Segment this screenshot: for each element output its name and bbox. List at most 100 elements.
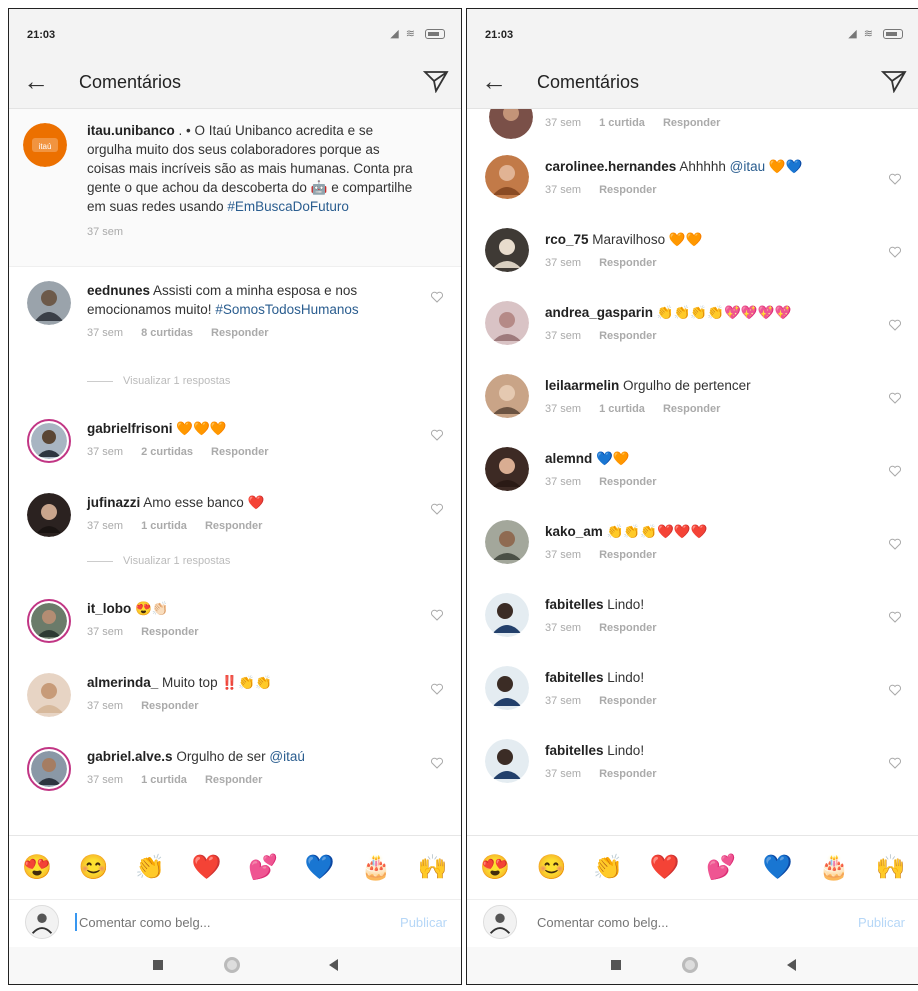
reply-button[interactable]: Responder [141,700,198,712]
avatar[interactable] [27,281,71,325]
emoji-red-heart[interactable]: ❤️ [190,853,224,882]
comment-username[interactable]: rco_75 [545,232,589,247]
avatar[interactable] [485,374,529,418]
reply-button[interactable]: Responder [599,184,656,196]
reply-button[interactable]: Responder [599,768,656,780]
comment-username[interactable]: carolinee.hernandes [545,159,676,174]
view-replies-button[interactable]: Visualizar 1 respostas [9,545,461,585]
heart-icon[interactable] [431,291,443,303]
comments-list[interactable]: itaú itau.unibanco . • O Itaú Unibanco a… [9,109,461,835]
comment-username[interactable]: gabrielfrisoni [87,421,173,436]
back-button-icon[interactable] [787,959,796,971]
emoji-red-heart[interactable]: ❤️ [648,853,682,882]
reply-button[interactable]: Responder [599,476,656,488]
avatar[interactable] [489,109,533,139]
avatar[interactable] [485,520,529,564]
likes-count[interactable]: 1 curtida [141,520,187,532]
heart-icon[interactable] [431,683,443,695]
reply-button[interactable]: Responder [205,520,262,532]
likes-count[interactable]: 1 curtida [599,117,645,129]
reply-button[interactable]: Responder [141,626,198,638]
emoji-clap[interactable]: 👏 [591,853,625,882]
avatar[interactable] [27,673,71,717]
avatar[interactable] [485,228,529,272]
comment-username[interactable]: kako_am [545,524,603,539]
comment-username[interactable]: jufinazzi [87,495,140,510]
reply-button[interactable]: Responder [599,622,656,634]
heart-icon[interactable] [889,611,901,623]
emoji-heart-eyes[interactable]: 😍 [20,853,54,882]
heart-icon[interactable] [889,538,901,550]
comment-username[interactable]: alemnd [545,451,592,466]
likes-count[interactable]: 2 curtidas [141,446,193,458]
heart-icon[interactable] [889,319,901,331]
comment-username[interactable]: fabitelles [545,670,604,685]
reply-button[interactable]: Responder [599,330,656,342]
reply-button[interactable]: Responder [599,695,656,707]
avatar[interactable] [485,301,529,345]
reply-button[interactable]: Responder [211,327,268,339]
emoji-cake[interactable]: 🎂 [359,853,393,882]
comment-mention[interactable]: @itaú [269,749,304,764]
share-icon[interactable] [423,69,449,93]
comment-username[interactable]: fabitelles [545,597,604,612]
caption-hashtag[interactable]: #EmBuscaDoFuturo [227,199,349,214]
avatar[interactable] [27,747,71,791]
publish-button[interactable]: Publicar [400,915,447,930]
home-button-icon[interactable] [682,957,698,973]
avatar[interactable] [485,666,529,710]
heart-icon[interactable] [431,609,443,621]
likes-count[interactable]: 1 curtida [599,403,645,415]
comment-username[interactable]: fabitelles [545,743,604,758]
heart-icon[interactable] [889,392,901,404]
emoji-blue-heart[interactable]: 💙 [303,853,337,882]
emoji-raised-hands[interactable]: 🙌 [874,853,908,882]
heart-icon[interactable] [889,465,901,477]
caption-username[interactable]: itau.unibanco [87,123,175,138]
comment-input[interactable] [537,915,787,930]
reply-button[interactable]: Responder [663,117,720,129]
reply-button[interactable]: Responder [599,549,656,561]
emoji-smile[interactable]: 😊 [535,853,569,882]
comment-username[interactable]: eednunes [87,283,150,298]
avatar[interactable] [485,155,529,199]
comment-username[interactable]: it_lobo [87,601,131,616]
comments-list[interactable]: 37 sem 1 curtida Responder carolinee.herna… [467,109,918,835]
back-arrow-icon[interactable]: ← [23,68,49,94]
avatar[interactable] [27,419,71,463]
comment-input[interactable] [79,915,329,930]
likes-count[interactable]: 8 curtidas [141,327,193,339]
avatar[interactable] [27,493,71,537]
emoji-two-hearts[interactable]: 💕 [246,853,280,882]
avatar[interactable] [485,447,529,491]
heart-icon[interactable] [889,173,901,185]
heart-icon[interactable] [431,757,443,769]
view-replies-button[interactable]: Visualizar 1 respostas [9,365,461,405]
publish-button[interactable]: Publicar [858,915,905,930]
heart-icon[interactable] [889,757,901,769]
recents-button-icon[interactable] [611,960,621,970]
emoji-smile[interactable]: 😊 [77,853,111,882]
comment-hashtag[interactable]: #SomosTodosHumanos [215,302,358,317]
comment-username[interactable]: almerinda_ [87,675,158,690]
emoji-cake[interactable]: 🎂 [817,853,851,882]
comment-username[interactable]: leilaarmelin [545,378,619,393]
emoji-two-hearts[interactable]: 💕 [704,853,738,882]
heart-icon[interactable] [889,684,901,696]
home-button-icon[interactable] [224,957,240,973]
reply-button[interactable]: Responder [205,774,262,786]
back-arrow-icon[interactable]: ← [481,68,507,94]
avatar[interactable] [27,599,71,643]
likes-count[interactable]: 1 curtida [141,774,187,786]
emoji-raised-hands[interactable]: 🙌 [416,853,450,882]
avatar[interactable] [485,593,529,637]
recents-button-icon[interactable] [153,960,163,970]
heart-icon[interactable] [431,503,443,515]
emoji-blue-heart[interactable]: 💙 [761,853,795,882]
share-icon[interactable] [881,69,907,93]
heart-icon[interactable] [889,246,901,258]
comment-username[interactable]: andrea_gasparin [545,305,653,320]
back-button-icon[interactable] [329,959,338,971]
heart-icon[interactable] [431,429,443,441]
comment-mention[interactable]: @itau [730,159,765,174]
